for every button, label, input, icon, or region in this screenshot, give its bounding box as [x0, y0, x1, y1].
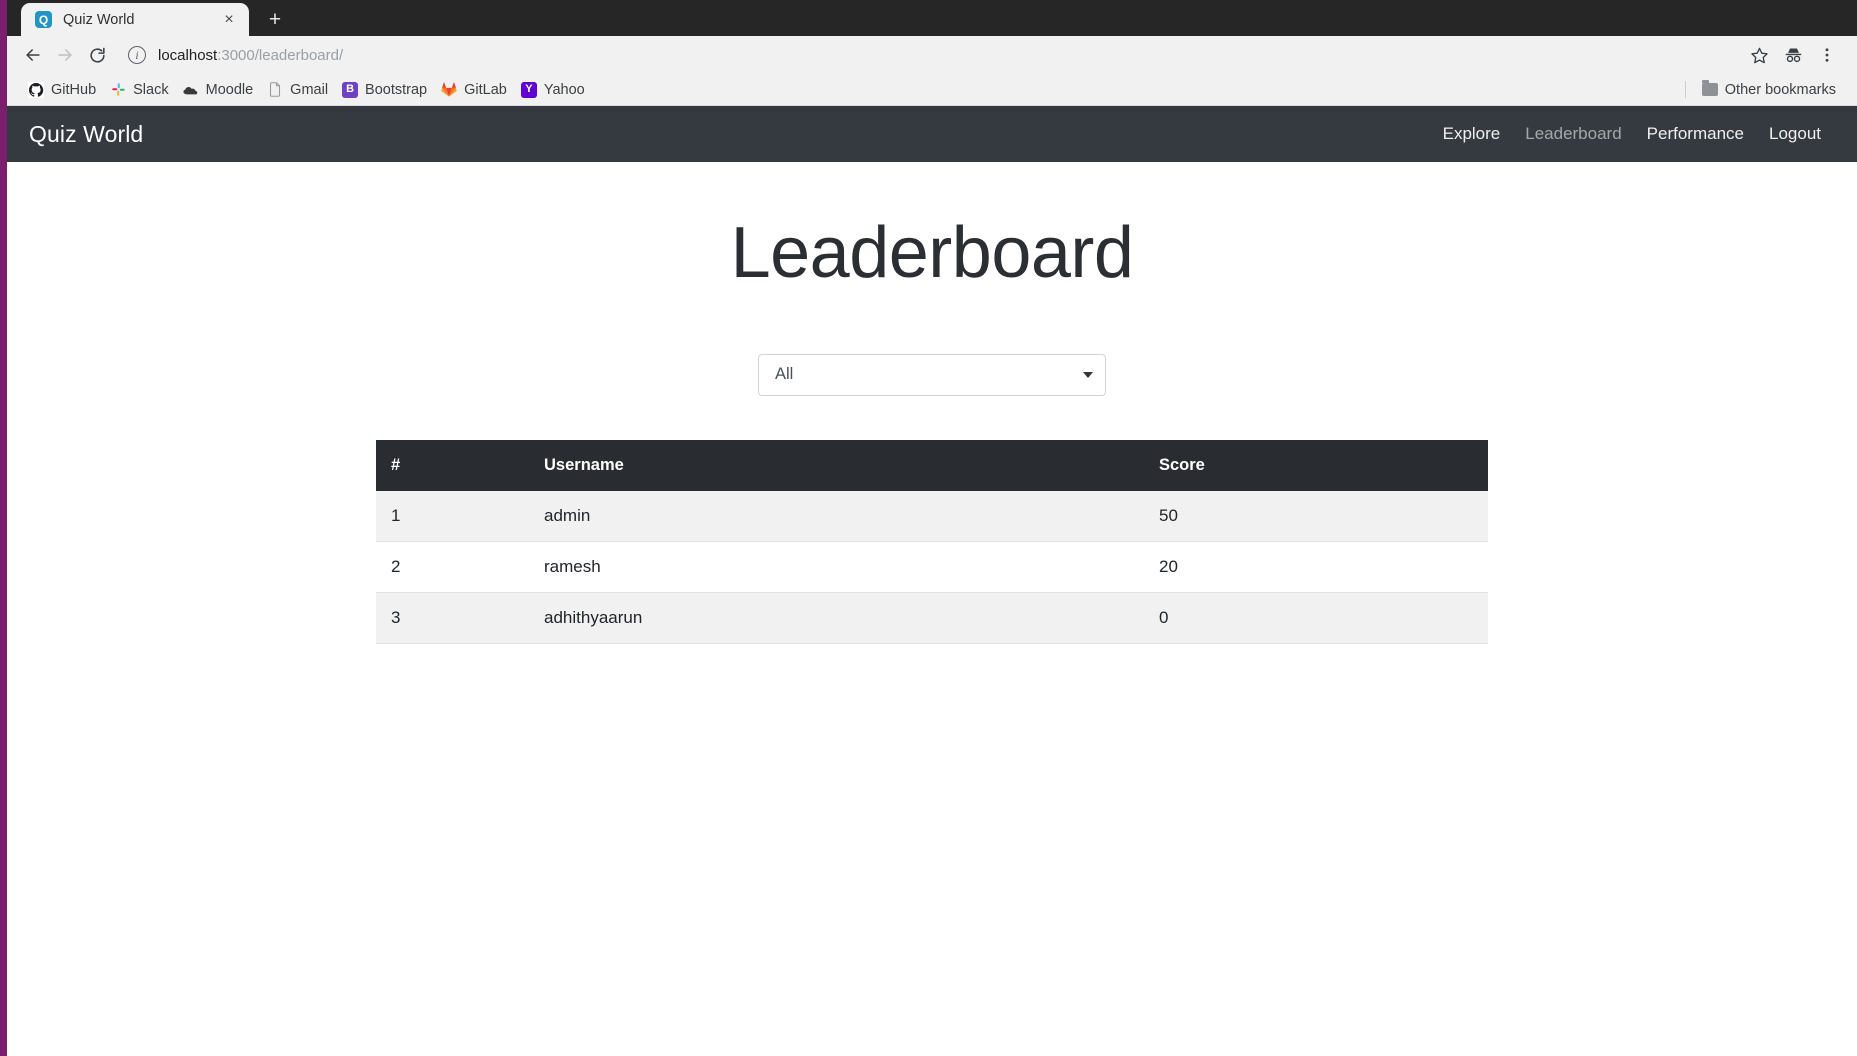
table-row[interactable]: 2 ramesh 20 [376, 541, 1488, 593]
url-text: localhost:3000/leaderboard/ [158, 47, 343, 64]
leaderboard-table: # Username Score 1 admin 50 2 ramesh 20 … [376, 439, 1488, 644]
nav-link-explore[interactable]: Explore [1443, 124, 1501, 144]
cell-rank: 2 [376, 541, 544, 593]
bootstrap-icon: B [342, 81, 359, 98]
bookmark-star-icon[interactable] [1743, 39, 1775, 71]
site-navbar: Quiz World Explore Leaderboard Performan… [7, 106, 1857, 162]
navbar-brand[interactable]: Quiz World [29, 121, 143, 148]
close-icon[interactable]: × [219, 10, 239, 30]
bookmarks-bar: GitHub Slack Moodle Gmail B Bootstrap Gi… [7, 74, 1857, 106]
bookmark-label: Bootstrap [365, 81, 428, 98]
gitlab-icon [441, 82, 457, 98]
bookmark-label: Moodle [205, 81, 254, 98]
incognito-icon[interactable] [1777, 39, 1809, 71]
toolbar-actions [1743, 39, 1843, 71]
bookmarks-divider [1684, 81, 1686, 98]
browser-menu-icon[interactable] [1811, 39, 1843, 71]
bookmark-github[interactable]: GitHub [21, 77, 103, 103]
column-header-username: Username [544, 439, 1159, 491]
cell-username: admin [544, 490, 1159, 542]
cell-score: 50 [1159, 490, 1488, 542]
bookmark-label: GitHub [51, 81, 97, 98]
cell-rank: 3 [376, 592, 544, 644]
folder-icon [1701, 80, 1718, 96]
nav-link-leaderboard[interactable]: Leaderboard [1525, 124, 1621, 144]
site-info-icon[interactable]: i [128, 46, 146, 64]
bookmark-bootstrap[interactable]: B Bootstrap [335, 77, 434, 103]
cell-username: ramesh [544, 541, 1159, 593]
moodle-icon [183, 82, 199, 98]
cell-rank: 1 [376, 490, 544, 542]
table-row[interactable]: 3 adhithyaarun 0 [376, 592, 1488, 644]
table-head: # Username Score [376, 439, 1488, 491]
gmail-icon [267, 82, 283, 98]
main-content: Leaderboard All # Username Score 1 admin… [7, 162, 1857, 644]
nav-link-performance[interactable]: Performance [1647, 124, 1744, 144]
bookmark-label: Yahoo [543, 81, 585, 98]
browser-window: Q Quiz World × + i localhost:3000/leader… [0, 0, 1857, 1056]
table-header-row: # Username Score [376, 439, 1488, 491]
url-path: :3000/leaderboard/ [217, 46, 344, 64]
page-viewport: Quiz World Explore Leaderboard Performan… [7, 106, 1857, 1055]
quiz-world-favicon: Q [35, 11, 52, 28]
address-bar[interactable]: i localhost:3000/leaderboard/ [118, 40, 1743, 70]
bookmark-label: Slack [133, 81, 169, 98]
quiz-filter-value: All [775, 365, 794, 384]
bookmark-label: Gmail [290, 81, 329, 98]
bookmark-label: GitLab [464, 81, 507, 98]
cell-score: 20 [1159, 541, 1488, 593]
browser-tab[interactable]: Q Quiz World × [21, 3, 249, 36]
page-title: Leaderboard [730, 213, 1134, 293]
forward-arrow-icon[interactable] [49, 39, 81, 71]
chevron-down-icon [1083, 371, 1093, 378]
bookmark-moodle[interactable]: Moodle [176, 77, 261, 103]
other-bookmarks-label: Other bookmarks [1724, 81, 1836, 98]
tab-title: Quiz World [63, 11, 135, 28]
tab-strip: Q Quiz World × + [7, 0, 1857, 36]
leaderboard-table-wrap: # Username Score 1 admin 50 2 ramesh 20 … [376, 439, 1488, 644]
bookmark-gmail[interactable]: Gmail [260, 77, 335, 103]
bookmark-slack[interactable]: Slack [103, 77, 175, 103]
filter-row: All [7, 353, 1857, 396]
table-body: 1 admin 50 2 ramesh 20 3 adhithyaarun 0 [376, 490, 1488, 644]
back-arrow-icon[interactable] [17, 39, 49, 71]
other-bookmarks-folder[interactable]: Other bookmarks [1695, 77, 1843, 103]
new-tab-button[interactable]: + [258, 4, 292, 34]
cell-username: adhithyaarun [544, 592, 1159, 644]
yahoo-icon: Y [520, 81, 537, 98]
github-icon [28, 81, 44, 98]
column-header-score: Score [1159, 439, 1488, 491]
bookmark-yahoo[interactable]: Y Yahoo [514, 77, 592, 103]
browser-toolbar: i localhost:3000/leaderboard/ [7, 36, 1857, 74]
navbar-links: Explore Leaderboard Performance Logout [1443, 124, 1839, 144]
cell-score: 0 [1159, 592, 1488, 644]
table-row[interactable]: 1 admin 50 [376, 490, 1488, 542]
quiz-filter-select[interactable]: All [758, 353, 1106, 396]
bookmark-gitlab[interactable]: GitLab [434, 77, 514, 103]
column-header-rank: # [376, 439, 544, 491]
url-host: localhost [158, 46, 218, 64]
reload-icon[interactable] [81, 39, 113, 71]
nav-link-logout[interactable]: Logout [1769, 124, 1821, 144]
slack-icon [110, 82, 126, 98]
